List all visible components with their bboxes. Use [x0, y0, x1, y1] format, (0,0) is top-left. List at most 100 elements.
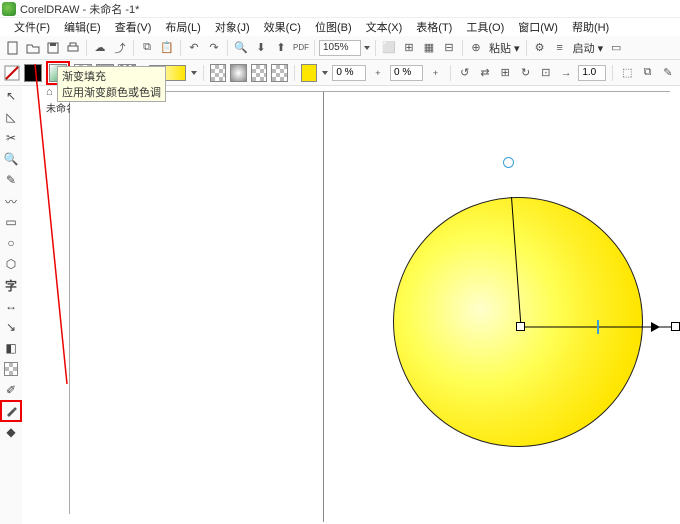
separator — [314, 40, 315, 56]
separator — [375, 40, 376, 56]
rectangle-tool[interactable]: ▭ — [3, 214, 19, 230]
annotation-line — [25, 64, 85, 394]
text-tool[interactable]: 字 — [3, 277, 19, 293]
polygon-tool[interactable]: ⬡ — [3, 256, 19, 272]
smooth-button[interactable]: ⊡ — [538, 64, 554, 82]
node-color-swatch[interactable] — [301, 64, 317, 82]
title-bar: CorelDRAW - 未命名 -1* — [0, 0, 680, 18]
separator — [462, 40, 463, 56]
artistic-media-tool[interactable]: 〰 — [3, 193, 19, 209]
zoom-level-input[interactable]: 105% — [319, 40, 361, 56]
canvas[interactable] — [70, 92, 670, 522]
menu-window[interactable]: 窗口(W) — [512, 18, 564, 36]
new-doc-button[interactable] — [4, 39, 22, 57]
node-position-input[interactable]: 0 % — [390, 65, 423, 81]
upload-button[interactable]: ⤴ — [111, 39, 129, 57]
mirror-button[interactable]: ⊞ — [497, 64, 513, 82]
gradient-center-handle[interactable] — [516, 322, 525, 331]
separator — [450, 65, 451, 81]
parallel-dim-tool[interactable]: ↔ — [3, 298, 19, 314]
ellipse-tool[interactable]: ○ — [3, 235, 19, 251]
snap-button[interactable]: ⊕ — [467, 39, 485, 57]
menu-effect[interactable]: 效果(C) — [258, 18, 307, 36]
print-button[interactable] — [64, 39, 82, 57]
gradient-type-square[interactable] — [271, 64, 287, 82]
separator — [294, 65, 295, 81]
guides-button[interactable]: ⊟ — [440, 39, 458, 57]
menu-bar: 文件(F) 编辑(E) 查看(V) 布局(L) 对象(J) 效果(C) 位图(B… — [0, 18, 680, 36]
save-button[interactable] — [44, 39, 62, 57]
edit-fill-button[interactable]: ✎ — [660, 64, 676, 82]
redo-button[interactable]: ↷ — [205, 39, 223, 57]
gradient-type-conical[interactable] — [251, 64, 267, 82]
search-button[interactable]: 🔍 — [232, 39, 250, 57]
launch-menu-button[interactable]: 启动 ▾ — [571, 40, 606, 56]
paste-menu-button[interactable]: 粘贴 ▾ — [487, 40, 522, 56]
no-fill-button[interactable] — [4, 64, 20, 82]
gradient-type-linear[interactable] — [210, 64, 226, 82]
window-title: CorelDRAW - 未命名 -1* — [20, 1, 139, 17]
accel-icon: → — [558, 64, 574, 82]
zoom-dropdown-icon[interactable] — [363, 44, 371, 52]
node-color-dropdown-icon[interactable] — [321, 69, 328, 77]
undo-button[interactable]: ↶ — [185, 39, 203, 57]
zoom-tool[interactable]: 🔍 — [3, 151, 19, 167]
separator — [133, 40, 134, 56]
separator — [227, 40, 228, 56]
tooltip: 渐变填充 应用渐变颜色或色调 — [57, 66, 166, 102]
menu-view[interactable]: 查看(V) — [109, 18, 158, 36]
copy-fill-button[interactable]: ⧉ — [639, 64, 655, 82]
connector-tool[interactable]: ↘ — [3, 319, 19, 335]
export-button[interactable]: ⬆ — [272, 39, 290, 57]
flip-gradient-button[interactable]: ⇄ — [477, 64, 493, 82]
menu-edit[interactable]: 编辑(E) — [58, 18, 107, 36]
reverse-gradient-button[interactable]: ↺ — [457, 64, 473, 82]
freehand-tool[interactable]: ✎ — [3, 172, 19, 188]
eyedropper-tool[interactable]: ✐ — [3, 382, 19, 398]
shape-tool[interactable]: ◺ — [3, 109, 19, 125]
fullscreen-button[interactable]: ⬜ — [380, 39, 398, 57]
interactive-fill-tool[interactable] — [3, 403, 19, 419]
menu-bitmap[interactable]: 位图(B) — [309, 18, 358, 36]
smart-fill-tool[interactable]: ◆ — [3, 424, 19, 440]
import-button[interactable]: ⬇ — [252, 39, 270, 57]
standard-toolbar: ☁ ⤴ ⧉ 📋 ↶ ↷ 🔍 ⬇ ⬆ PDF 105% ⬜ ⊞ ▦ ⊟ ⊕ 粘贴 … — [0, 36, 680, 60]
pdf-button[interactable]: PDF — [292, 39, 310, 57]
align-button[interactable]: ≡ — [551, 39, 569, 57]
menu-file[interactable]: 文件(F) — [8, 18, 56, 36]
cloud-button[interactable]: ☁ — [91, 39, 109, 57]
gradient-type-radial[interactable] — [230, 64, 246, 82]
selected-ellipse-object[interactable] — [393, 197, 643, 447]
page-boundary — [323, 92, 324, 522]
paste-button[interactable]: 📋 — [158, 39, 176, 57]
transparency-tool[interactable] — [3, 361, 19, 377]
gradient-vector — [393, 197, 680, 457]
menu-tools[interactable]: 工具(O) — [460, 18, 510, 36]
options-button[interactable]: ⚙ — [531, 39, 549, 57]
separator — [86, 40, 87, 56]
stepper-icon[interactable]: + — [427, 64, 443, 82]
menu-help[interactable]: 帮助(H) — [566, 18, 615, 36]
stepper-icon[interactable]: + — [370, 64, 386, 82]
crop-tool[interactable]: ✂ — [3, 130, 19, 146]
separator — [526, 40, 527, 56]
grid-button[interactable]: ▦ — [420, 39, 438, 57]
gradient-start-handle[interactable] — [503, 157, 514, 168]
rulers-button[interactable]: ⊞ — [400, 39, 418, 57]
pick-tool[interactable]: ↖ — [3, 88, 19, 104]
menu-layout[interactable]: 布局(L) — [159, 18, 206, 36]
gradient-preset-dropdown-icon[interactable] — [190, 69, 197, 77]
copy-button[interactable]: ⧉ — [138, 39, 156, 57]
open-button[interactable] — [24, 39, 42, 57]
menu-table[interactable]: 表格(T) — [410, 18, 458, 36]
menu-text[interactable]: 文本(X) — [360, 18, 409, 36]
drop-shadow-tool[interactable]: ◧ — [3, 340, 19, 356]
wrap-button[interactable]: ↻ — [517, 64, 533, 82]
gradient-end-handle[interactable] — [671, 322, 680, 331]
free-transform-button[interactable]: ⬚ — [619, 64, 635, 82]
menu-object[interactable]: 对象(J) — [209, 18, 256, 36]
windows-button[interactable]: ▭ — [607, 39, 625, 57]
gradient-midpoint-handle[interactable] — [597, 320, 599, 334]
acceleration-input[interactable]: 1.0 — [578, 65, 606, 81]
node-transparency-input[interactable]: 0 % — [332, 65, 365, 81]
